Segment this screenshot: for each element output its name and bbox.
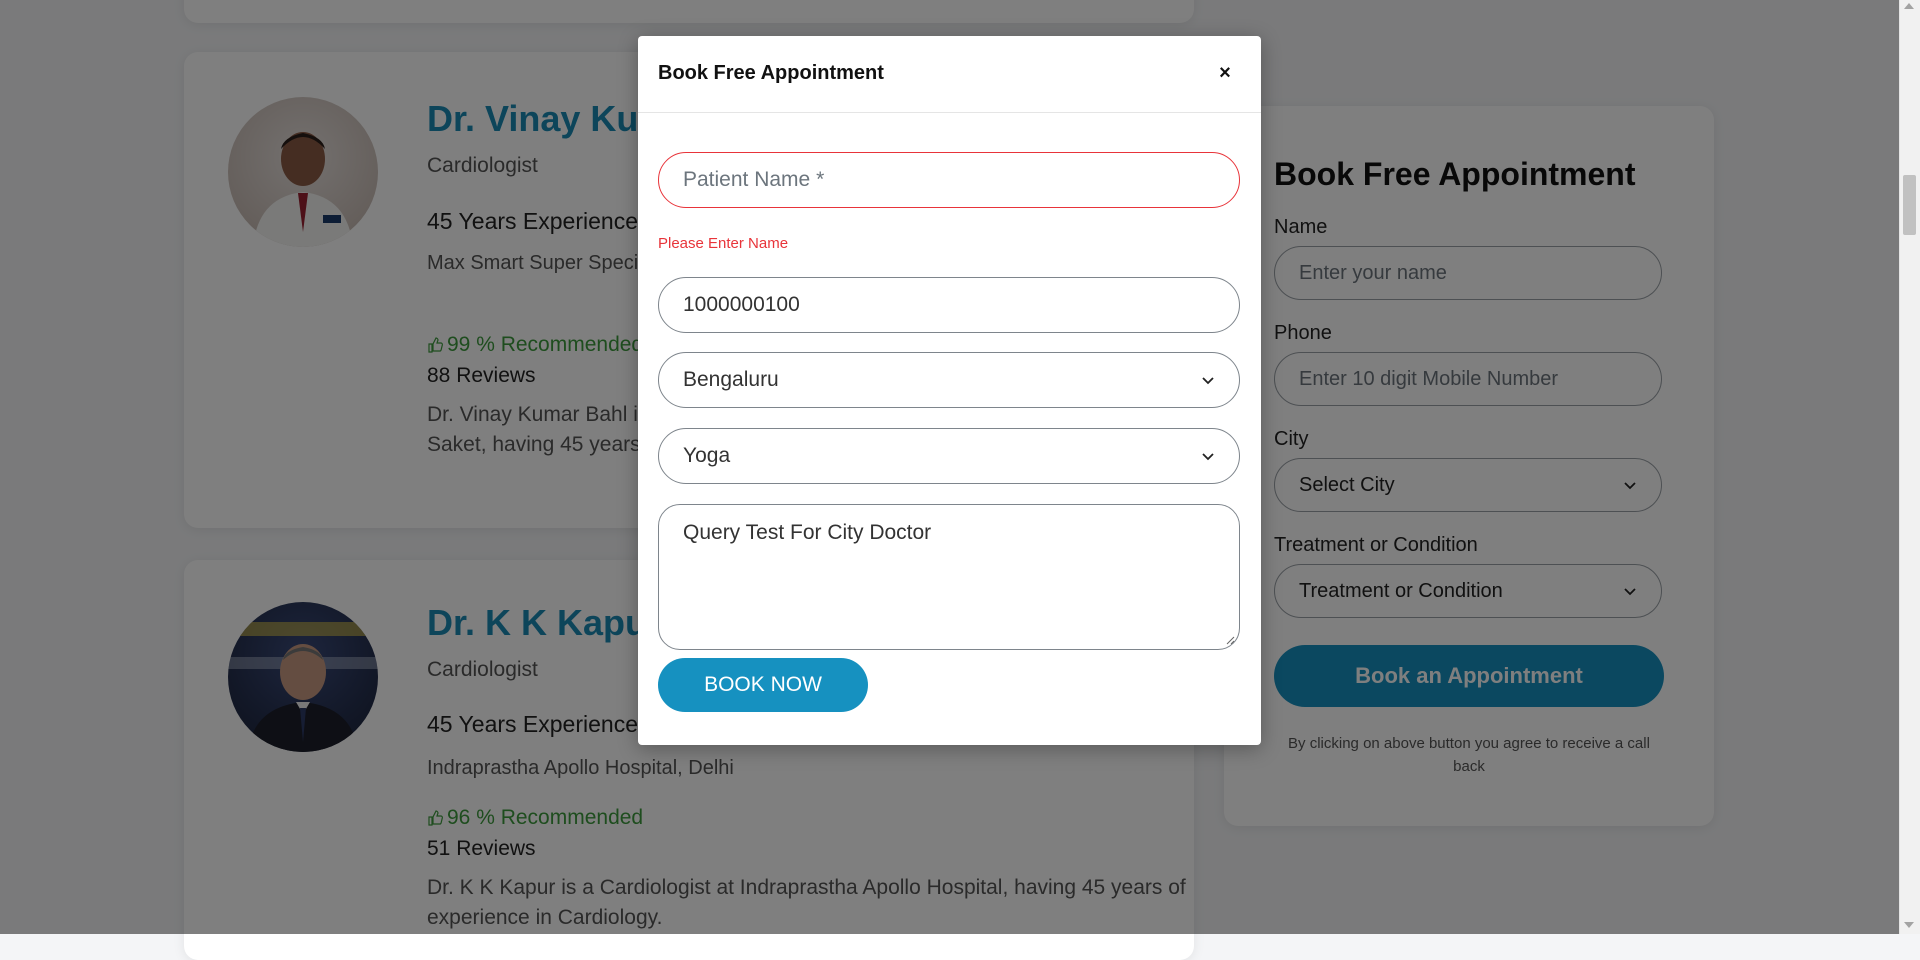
phone-field-value: 1000000100 bbox=[683, 293, 800, 316]
scrollbar-track[interactable] bbox=[1899, 0, 1920, 934]
book-now-button[interactable]: BOOK NOW bbox=[658, 658, 868, 712]
patient-name-placeholder: Patient Name * bbox=[683, 168, 825, 191]
query-textarea[interactable]: Query Test For City Doctor bbox=[658, 504, 1240, 650]
patient-name-input[interactable]: Patient Name * bbox=[658, 152, 1240, 208]
phone-field[interactable]: 1000000100 bbox=[658, 277, 1240, 333]
query-textarea-value: Query Test For City Doctor bbox=[683, 521, 932, 544]
chevron-down-icon bbox=[1202, 453, 1214, 461]
modal-header: Book Free Appointment × bbox=[638, 36, 1261, 113]
scroll-up-arrow-icon[interactable] bbox=[1904, 3, 1914, 9]
treatment-dropdown-value: Yoga bbox=[683, 444, 731, 467]
resize-grip-icon[interactable] bbox=[1225, 635, 1235, 645]
page: Dr. Vinay Kumar Bahl Cardiologist 45 Yea… bbox=[0, 0, 1920, 960]
appointment-modal: Book Free Appointment × Patient Name * P… bbox=[638, 36, 1261, 745]
scrollbar-thumb[interactable] bbox=[1903, 175, 1916, 235]
treatment-dropdown[interactable]: Yoga bbox=[658, 428, 1240, 484]
name-error-message: Please Enter Name bbox=[658, 235, 789, 252]
city-dropdown-value: Bengaluru bbox=[683, 368, 779, 391]
chevron-down-icon bbox=[1202, 377, 1214, 385]
close-icon[interactable]: × bbox=[1212, 60, 1238, 86]
scroll-down-arrow-icon[interactable] bbox=[1904, 922, 1914, 928]
city-dropdown[interactable]: Bengaluru bbox=[658, 352, 1240, 408]
modal-title: Book Free Appointment bbox=[658, 62, 884, 84]
